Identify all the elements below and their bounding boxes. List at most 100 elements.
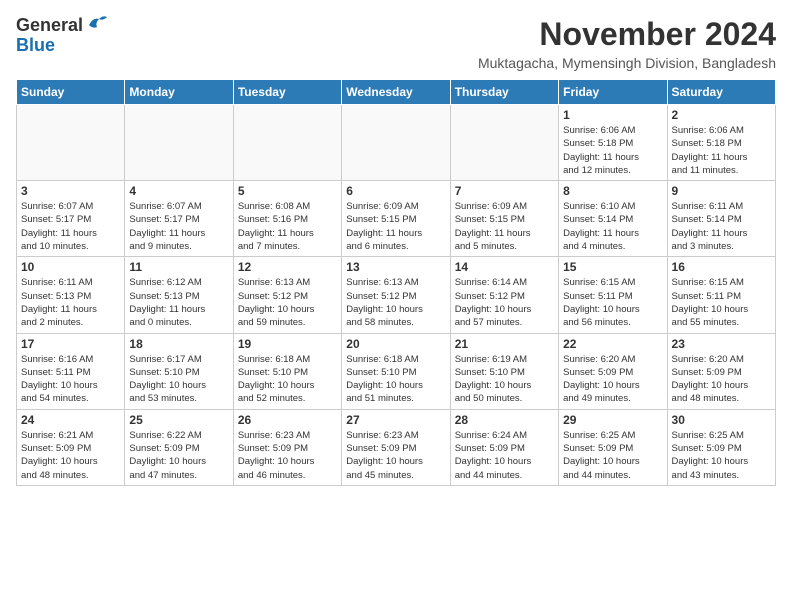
calendar-cell [342,105,450,181]
day-info: Sunrise: 6:06 AM Sunset: 5:18 PM Dayligh… [672,124,771,177]
day-info: Sunrise: 6:25 AM Sunset: 5:09 PM Dayligh… [672,429,771,482]
day-info: Sunrise: 6:10 AM Sunset: 5:14 PM Dayligh… [563,200,662,253]
day-info: Sunrise: 6:19 AM Sunset: 5:10 PM Dayligh… [455,353,554,406]
calendar-cell: 24Sunrise: 6:21 AM Sunset: 5:09 PM Dayli… [17,409,125,485]
calendar-cell: 18 Sunrise: 6:17 AM Sunset: 5:10 PM Dayli… [125,333,233,409]
calendar-cell: 6 Sunrise: 6:09 AM Sunset: 5:15 PM Daylig… [342,181,450,257]
day-info: Sunrise: 6:15 AM Sunset: 5:11 PM Dayligh… [672,276,771,329]
calendar-cell: 17 Sunrise: 6:16 AM Sunset: 5:11 PM Dayli… [17,333,125,409]
day-info: Sunrise: 6:23 AM Sunset: 5:09 PM Dayligh… [238,429,337,482]
page-header: General Blue November 2024 Muktagacha, M… [16,16,776,71]
week-row-1: 1 Sunrise: 6:06 AM Sunset: 5:18 PM Daylig… [17,105,776,181]
month-title: November 2024 [478,16,776,53]
day-info: Sunrise: 6:20 AM Sunset: 5:09 PM Dayligh… [672,353,771,406]
week-row-2: 3 Sunrise: 6:07 AM Sunset: 5:17 PM Daylig… [17,181,776,257]
weekday-header-tuesday: Tuesday [233,80,341,105]
day-number: 8 [563,184,662,198]
weekday-header-saturday: Saturday [667,80,775,105]
weekday-header-thursday: Thursday [450,80,558,105]
day-info: Sunrise: 6:07 AM Sunset: 5:17 PM Dayligh… [129,200,228,253]
week-row-3: 10 Sunrise: 6:11 AM Sunset: 5:13 PM Dayli… [17,257,776,333]
week-row-4: 17 Sunrise: 6:16 AM Sunset: 5:11 PM Dayli… [17,333,776,409]
day-info: Sunrise: 6:09 AM Sunset: 5:15 PM Dayligh… [346,200,445,253]
day-info: Sunrise: 6:17 AM Sunset: 5:10 PM Dayligh… [129,353,228,406]
day-number: 17 [21,337,120,351]
calendar-cell: 8 Sunrise: 6:10 AM Sunset: 5:14 PM Daylig… [559,181,667,257]
calendar-cell: 20 Sunrise: 6:18 AM Sunset: 5:10 PM Dayli… [342,333,450,409]
day-info: Sunrise: 6:22 AM Sunset: 5:09 PM Dayligh… [129,429,228,482]
day-info: Sunrise: 6:09 AM Sunset: 5:15 PM Dayligh… [455,200,554,253]
day-number: 3 [21,184,120,198]
calendar-cell: 14Sunrise: 6:14 AM Sunset: 5:12 PM Dayli… [450,257,558,333]
logo-general: General [16,16,83,36]
day-number: 26 [238,413,337,427]
day-number: 28 [455,413,554,427]
day-info: Sunrise: 6:14 AM Sunset: 5:12 PM Dayligh… [455,276,554,329]
weekday-header-row: SundayMondayTuesdayWednesdayThursdayFrid… [17,80,776,105]
day-number: 20 [346,337,445,351]
location-title: Muktagacha, Mymensingh Division, Banglad… [478,55,776,71]
day-number: 15 [563,260,662,274]
day-info: Sunrise: 6:18 AM Sunset: 5:10 PM Dayligh… [346,353,445,406]
calendar-cell: 5 Sunrise: 6:08 AM Sunset: 5:16 PM Daylig… [233,181,341,257]
day-info: Sunrise: 6:08 AM Sunset: 5:16 PM Dayligh… [238,200,337,253]
calendar-cell: 23Sunrise: 6:20 AM Sunset: 5:09 PM Dayli… [667,333,775,409]
weekday-header-monday: Monday [125,80,233,105]
day-info: Sunrise: 6:07 AM Sunset: 5:17 PM Dayligh… [21,200,120,253]
day-number: 6 [346,184,445,198]
calendar-cell: 1Sunrise: 6:06 AM Sunset: 5:18 PM Daylig… [559,105,667,181]
calendar-cell: 27Sunrise: 6:23 AM Sunset: 5:09 PM Dayli… [342,409,450,485]
day-info: Sunrise: 6:18 AM Sunset: 5:10 PM Dayligh… [238,353,337,406]
calendar-cell: 7Sunrise: 6:09 AM Sunset: 5:15 PM Daylig… [450,181,558,257]
day-info: Sunrise: 6:13 AM Sunset: 5:12 PM Dayligh… [238,276,337,329]
calendar-cell: 28Sunrise: 6:24 AM Sunset: 5:09 PM Dayli… [450,409,558,485]
calendar-cell: 16 Sunrise: 6:15 AM Sunset: 5:11 PM Dayli… [667,257,775,333]
day-number: 2 [672,108,771,122]
logo-blue: Blue [16,36,55,56]
day-number: 12 [238,260,337,274]
calendar-cell: 13Sunrise: 6:13 AM Sunset: 5:12 PM Dayli… [342,257,450,333]
calendar-cell: 19 Sunrise: 6:18 AM Sunset: 5:10 PM Dayli… [233,333,341,409]
calendar-cell: 15Sunrise: 6:15 AM Sunset: 5:11 PM Dayli… [559,257,667,333]
calendar-cell: 3 Sunrise: 6:07 AM Sunset: 5:17 PM Daylig… [17,181,125,257]
calendar-cell: 26 Sunrise: 6:23 AM Sunset: 5:09 PM Dayli… [233,409,341,485]
day-number: 21 [455,337,554,351]
day-number: 5 [238,184,337,198]
day-number: 18 [129,337,228,351]
day-number: 27 [346,413,445,427]
title-block: November 2024 Muktagacha, Mymensingh Div… [478,16,776,71]
weekday-header-wednesday: Wednesday [342,80,450,105]
calendar-cell: 21 Sunrise: 6:19 AM Sunset: 5:10 PM Dayli… [450,333,558,409]
calendar-cell: 30 Sunrise: 6:25 AM Sunset: 5:09 PM Dayli… [667,409,775,485]
day-number: 4 [129,184,228,198]
logo-bird-icon [85,15,107,33]
calendar-cell: 12 Sunrise: 6:13 AM Sunset: 5:12 PM Dayli… [233,257,341,333]
calendar-cell: 2 Sunrise: 6:06 AM Sunset: 5:18 PM Daylig… [667,105,775,181]
day-info: Sunrise: 6:11 AM Sunset: 5:13 PM Dayligh… [21,276,120,329]
day-number: 9 [672,184,771,198]
calendar-table: SundayMondayTuesdayWednesdayThursdayFrid… [16,79,776,486]
day-number: 1 [563,108,662,122]
day-number: 30 [672,413,771,427]
day-number: 16 [672,260,771,274]
week-row-5: 24Sunrise: 6:21 AM Sunset: 5:09 PM Dayli… [17,409,776,485]
calendar-cell: 29 Sunrise: 6:25 AM Sunset: 5:09 PM Dayli… [559,409,667,485]
day-info: Sunrise: 6:11 AM Sunset: 5:14 PM Dayligh… [672,200,771,253]
day-info: Sunrise: 6:16 AM Sunset: 5:11 PM Dayligh… [21,353,120,406]
calendar-cell: 11Sunrise: 6:12 AM Sunset: 5:13 PM Dayli… [125,257,233,333]
day-number: 29 [563,413,662,427]
day-number: 19 [238,337,337,351]
day-info: Sunrise: 6:12 AM Sunset: 5:13 PM Dayligh… [129,276,228,329]
day-info: Sunrise: 6:20 AM Sunset: 5:09 PM Dayligh… [563,353,662,406]
weekday-header-friday: Friday [559,80,667,105]
weekday-header-sunday: Sunday [17,80,125,105]
day-number: 13 [346,260,445,274]
day-number: 24 [21,413,120,427]
calendar-cell: 10 Sunrise: 6:11 AM Sunset: 5:13 PM Dayli… [17,257,125,333]
calendar-cell [450,105,558,181]
day-number: 10 [21,260,120,274]
calendar-cell [125,105,233,181]
calendar-cell [233,105,341,181]
day-info: Sunrise: 6:25 AM Sunset: 5:09 PM Dayligh… [563,429,662,482]
day-number: 22 [563,337,662,351]
